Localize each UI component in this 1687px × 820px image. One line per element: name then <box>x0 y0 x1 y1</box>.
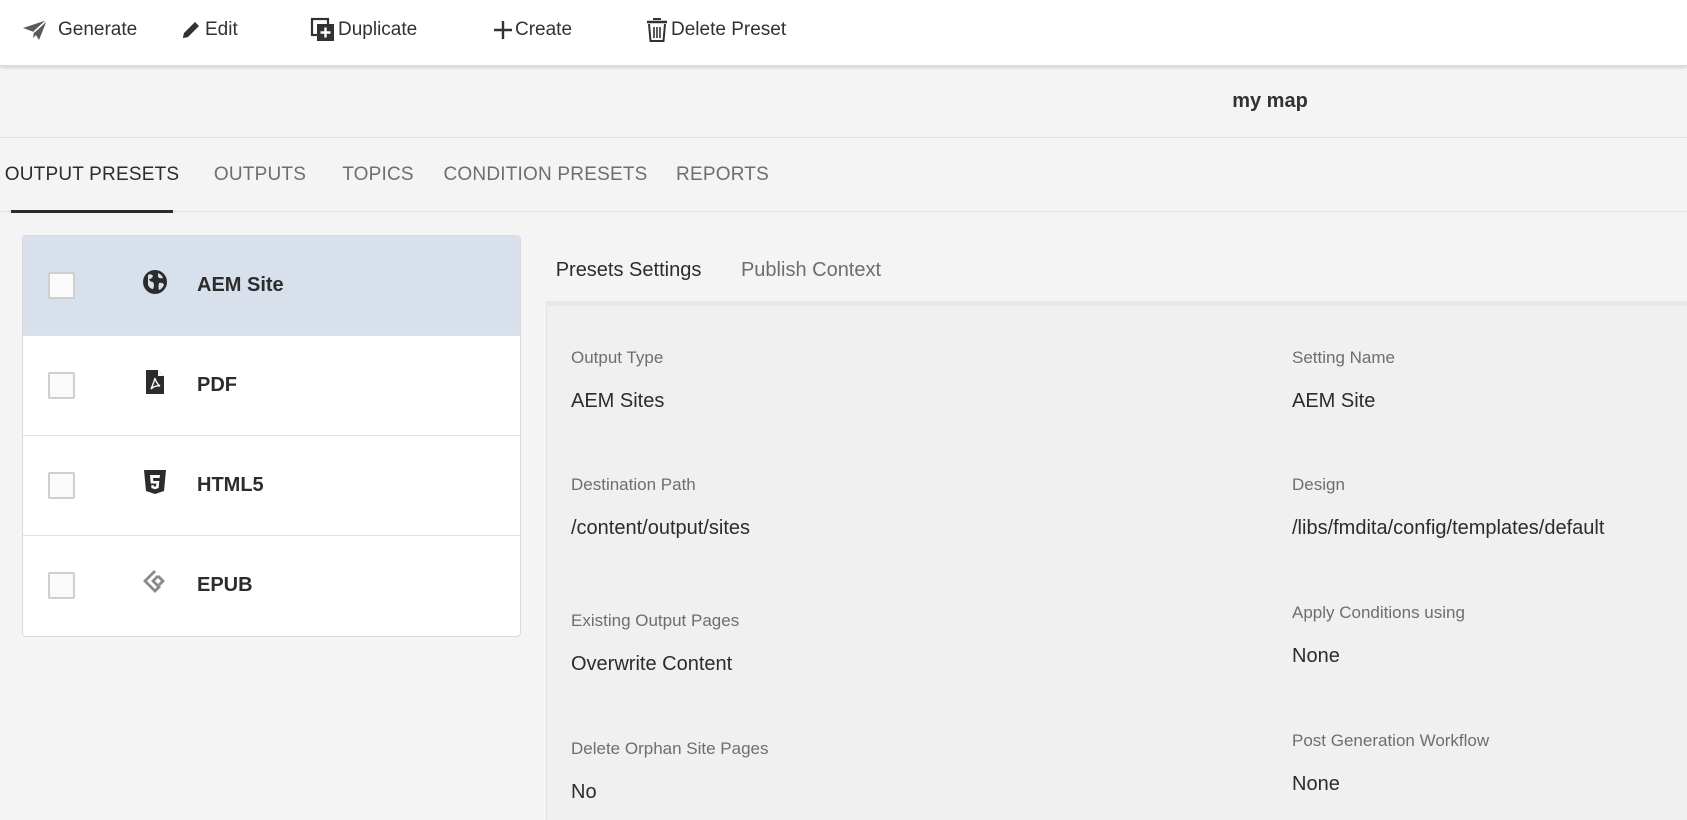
edit-button[interactable]: Edit <box>180 14 238 46</box>
globe-icon <box>141 268 169 296</box>
edit-label: Edit <box>205 19 238 40</box>
tab-condition-presets[interactable]: CONDITION PRESETS <box>444 138 648 211</box>
plus-icon <box>493 20 513 40</box>
post-generation-workflow-label: Post Generation Workflow <box>1292 731 1490 750</box>
apply-conditions-label: Apply Conditions using <box>1292 603 1465 622</box>
design-label: Design <box>1292 475 1345 494</box>
apply-conditions-value: None <box>1292 645 1340 667</box>
setting-name-label: Setting Name <box>1292 348 1395 367</box>
preset-label: PDF <box>197 374 237 396</box>
generate-label: Generate <box>58 19 138 40</box>
duplicate-button[interactable]: Duplicate <box>310 14 417 46</box>
output-type-value: AEM Sites <box>571 390 665 412</box>
preset-label: HTML5 <box>197 474 264 496</box>
existing-output-pages-label: Existing Output Pages <box>571 611 740 630</box>
tab-topics[interactable]: TOPICS <box>342 138 413 211</box>
settings-body: Output Type AEM Sites Destination Path /… <box>546 306 1687 820</box>
output-type-label: Output Type <box>571 348 664 367</box>
setting-name-value: AEM Site <box>1292 390 1376 412</box>
tab-outputs[interactable]: OUTPUTS <box>213 138 307 211</box>
preset-label: AEM Site <box>197 274 284 296</box>
epub-icon <box>141 568 169 596</box>
tab-presets-settings[interactable]: Presets Settings <box>556 235 701 311</box>
send-icon <box>22 19 48 41</box>
existing-output-pages-value: Overwrite Content <box>571 653 733 675</box>
trash-icon <box>646 17 668 43</box>
preset-label: EPUB <box>197 574 253 596</box>
preset-row-aem-site[interactable]: AEM Site <box>23 236 520 336</box>
preset-list: AEM Site PDF HTML5 EPUB <box>22 235 521 637</box>
preset-detail-panel: Presets Settings Publish Context Output … <box>546 235 1687 820</box>
duplicate-icon <box>310 17 336 43</box>
tab-publish-context[interactable]: Publish Context <box>741 235 881 306</box>
destination-path-value: /content/output/sites <box>571 517 751 539</box>
main-tab-bar: OUTPUT PRESETS OUTPUTS TOPICS CONDITION … <box>0 138 1687 213</box>
destination-path-label: Destination Path <box>571 475 696 494</box>
design-value: /libs/fmdita/config/templates/default <box>1292 517 1605 539</box>
map-header: my map <box>0 66 1687 138</box>
preset-checkbox[interactable] <box>48 472 75 499</box>
preset-row-pdf[interactable]: PDF <box>23 336 520 436</box>
preset-checkbox[interactable] <box>48 372 75 399</box>
preset-row-html5[interactable]: HTML5 <box>23 436 520 536</box>
delete-orphan-value: No <box>571 781 597 803</box>
action-toolbar: Generate Edit Duplicate Create Delete Pr… <box>0 0 1687 66</box>
pencil-icon <box>180 19 202 41</box>
preset-checkbox[interactable] <box>48 572 75 599</box>
delete-orphan-label: Delete Orphan Site Pages <box>571 739 769 758</box>
create-button[interactable]: Create <box>493 14 572 46</box>
tab-output-presets[interactable]: OUTPUT PRESETS <box>5 138 179 213</box>
delete-preset-button[interactable]: Delete Preset <box>646 14 786 46</box>
pdf-file-icon <box>141 368 169 396</box>
delete-preset-label: Delete Preset <box>671 19 787 40</box>
detail-tab-bar: Presets Settings Publish Context <box>546 235 1687 311</box>
preset-row-epub[interactable]: EPUB <box>23 536 520 636</box>
tab-reports[interactable]: REPORTS <box>676 138 769 211</box>
generate-button[interactable]: Generate <box>22 14 137 46</box>
post-generation-workflow-value: None <box>1292 773 1340 795</box>
page-title: my map <box>1232 90 1308 112</box>
create-label: Create <box>515 19 573 40</box>
preset-checkbox[interactable] <box>48 272 75 299</box>
duplicate-label: Duplicate <box>338 19 418 40</box>
html5-icon <box>141 468 169 496</box>
